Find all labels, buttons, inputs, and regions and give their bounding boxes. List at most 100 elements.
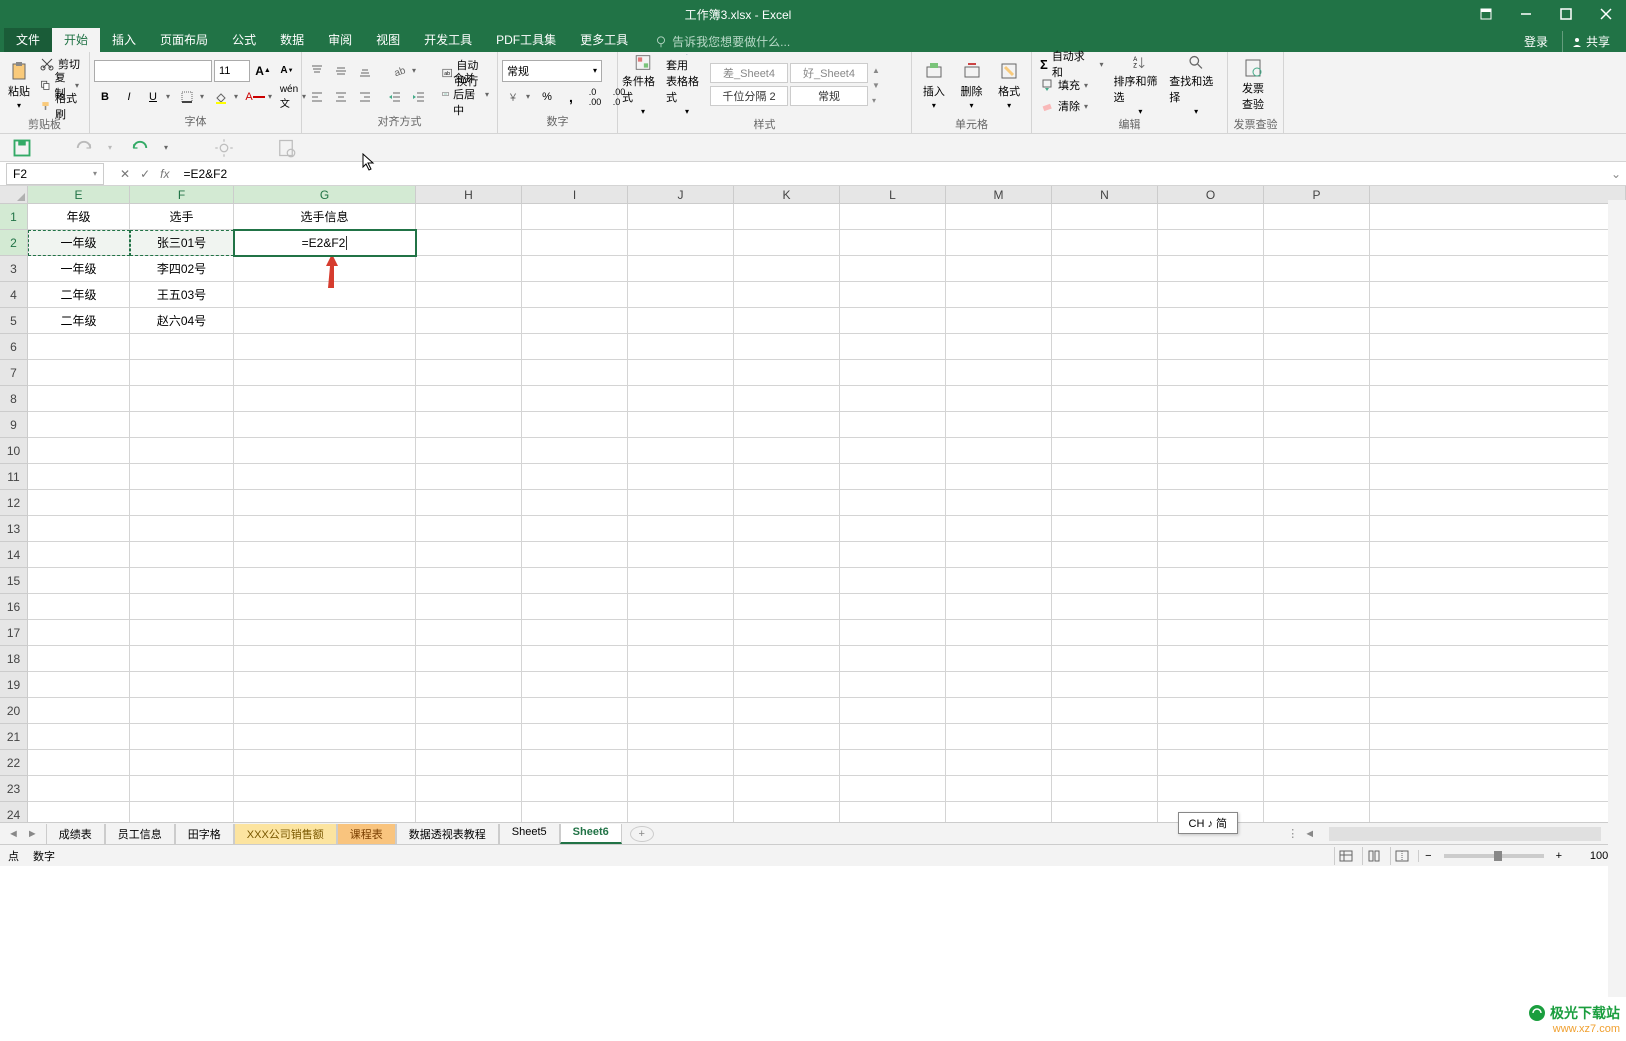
cell-P22[interactable] (1264, 750, 1370, 776)
column-header-O[interactable]: O (1158, 186, 1264, 203)
cell-G13[interactable] (234, 516, 416, 542)
cell-F21[interactable] (130, 724, 234, 750)
autosum-button[interactable]: Σ自动求和▾ (1036, 54, 1111, 74)
cell-M19[interactable] (946, 672, 1052, 698)
row-header-2[interactable]: 2 (0, 230, 28, 256)
cell-F13[interactable] (130, 516, 234, 542)
cell-M20[interactable] (946, 698, 1052, 724)
merge-center-button[interactable]: 合并后居中▾ (438, 84, 493, 104)
cell-J9[interactable] (628, 412, 734, 438)
cell-H13[interactable] (416, 516, 522, 542)
cell-K9[interactable] (734, 412, 840, 438)
cell-N23[interactable] (1052, 776, 1158, 802)
column-header-N[interactable]: N (1052, 186, 1158, 203)
cell-F7[interactable] (130, 360, 234, 386)
row-header-22[interactable]: 22 (0, 750, 28, 776)
cell-G8[interactable] (234, 386, 416, 412)
tab-home[interactable]: 开始 (52, 27, 100, 52)
tab-review[interactable]: 审阅 (316, 27, 364, 52)
column-header-F[interactable]: F (130, 186, 234, 203)
cell-L23[interactable] (840, 776, 946, 802)
cell-E11[interactable] (28, 464, 130, 490)
phonetic-icon[interactable]: wén文 (278, 86, 300, 108)
name-box[interactable]: F2▾ (6, 163, 104, 185)
cell-J11[interactable] (628, 464, 734, 490)
login-button[interactable]: 登录 (1514, 31, 1558, 52)
cell-K11[interactable] (734, 464, 840, 490)
align-left-icon[interactable] (306, 86, 328, 108)
cell-J22[interactable] (628, 750, 734, 776)
cell-N22[interactable] (1052, 750, 1158, 776)
cell-F12[interactable] (130, 490, 234, 516)
cell-K14[interactable] (734, 542, 840, 568)
cell-L2[interactable] (840, 230, 946, 256)
cell-P24[interactable] (1264, 802, 1370, 822)
cell-L20[interactable] (840, 698, 946, 724)
cell-K7[interactable] (734, 360, 840, 386)
sheet-tab-0[interactable]: 成绩表 (46, 824, 105, 844)
row-header-16[interactable]: 16 (0, 594, 28, 620)
cell-I7[interactable] (522, 360, 628, 386)
maximize-icon[interactable] (1546, 0, 1586, 28)
cell-E13[interactable] (28, 516, 130, 542)
normal-view-icon[interactable] (1334, 847, 1356, 865)
minimize-icon[interactable] (1506, 0, 1546, 28)
page-layout-view-icon[interactable] (1362, 847, 1384, 865)
accounting-format-icon[interactable]: ￥ (502, 86, 524, 108)
cell-J7[interactable] (628, 360, 734, 386)
cell-O11[interactable] (1158, 464, 1264, 490)
share-button[interactable]: 共享 (1562, 31, 1618, 52)
cell-L18[interactable] (840, 646, 946, 672)
cell-N14[interactable] (1052, 542, 1158, 568)
row-header-21[interactable]: 21 (0, 724, 28, 750)
select-all-corner[interactable] (0, 186, 28, 203)
cell-M3[interactable] (946, 256, 1052, 282)
cell-L15[interactable] (840, 568, 946, 594)
cell-style-comma[interactable]: 千位分隔 2 (710, 86, 788, 106)
cell-F2[interactable]: 张三01号 (130, 230, 234, 256)
paste-button[interactable]: 粘贴 ▾ (4, 54, 34, 116)
cell-N3[interactable] (1052, 256, 1158, 282)
cell-H6[interactable] (416, 334, 522, 360)
cell-P9[interactable] (1264, 412, 1370, 438)
cell-N4[interactable] (1052, 282, 1158, 308)
cell-E24[interactable] (28, 802, 130, 822)
cell-M4[interactable] (946, 282, 1052, 308)
cell-L6[interactable] (840, 334, 946, 360)
cell-G23[interactable] (234, 776, 416, 802)
cell-O19[interactable] (1158, 672, 1264, 698)
cell-O21[interactable] (1158, 724, 1264, 750)
cell-J20[interactable] (628, 698, 734, 724)
cell-N7[interactable] (1052, 360, 1158, 386)
cell-J12[interactable] (628, 490, 734, 516)
touch-mode-icon[interactable] (214, 138, 234, 158)
cell-L14[interactable] (840, 542, 946, 568)
cell-O23[interactable] (1158, 776, 1264, 802)
cell-H4[interactable] (416, 282, 522, 308)
cell-P12[interactable] (1264, 490, 1370, 516)
cell-J2[interactable] (628, 230, 734, 256)
cell-I24[interactable] (522, 802, 628, 822)
cell-L8[interactable] (840, 386, 946, 412)
tab-insert[interactable]: 插入 (100, 27, 148, 52)
cell-I14[interactable] (522, 542, 628, 568)
row-header-11[interactable]: 11 (0, 464, 28, 490)
cell-I22[interactable] (522, 750, 628, 776)
cell-M9[interactable] (946, 412, 1052, 438)
tab-data[interactable]: 数据 (268, 27, 316, 52)
row-header-14[interactable]: 14 (0, 542, 28, 568)
cell-F18[interactable] (130, 646, 234, 672)
cell-I23[interactable] (522, 776, 628, 802)
tab-pdf-tools[interactable]: PDF工具集 (484, 27, 568, 52)
formula-input[interactable]: =E2&F2 (177, 167, 1606, 181)
row-header-15[interactable]: 15 (0, 568, 28, 594)
cell-M11[interactable] (946, 464, 1052, 490)
cell-H21[interactable] (416, 724, 522, 750)
border-icon[interactable] (176, 86, 198, 108)
column-header-M[interactable]: M (946, 186, 1052, 203)
cell-J15[interactable] (628, 568, 734, 594)
cell-I20[interactable] (522, 698, 628, 724)
cell-H12[interactable] (416, 490, 522, 516)
cell-K8[interactable] (734, 386, 840, 412)
cell-O22[interactable] (1158, 750, 1264, 776)
